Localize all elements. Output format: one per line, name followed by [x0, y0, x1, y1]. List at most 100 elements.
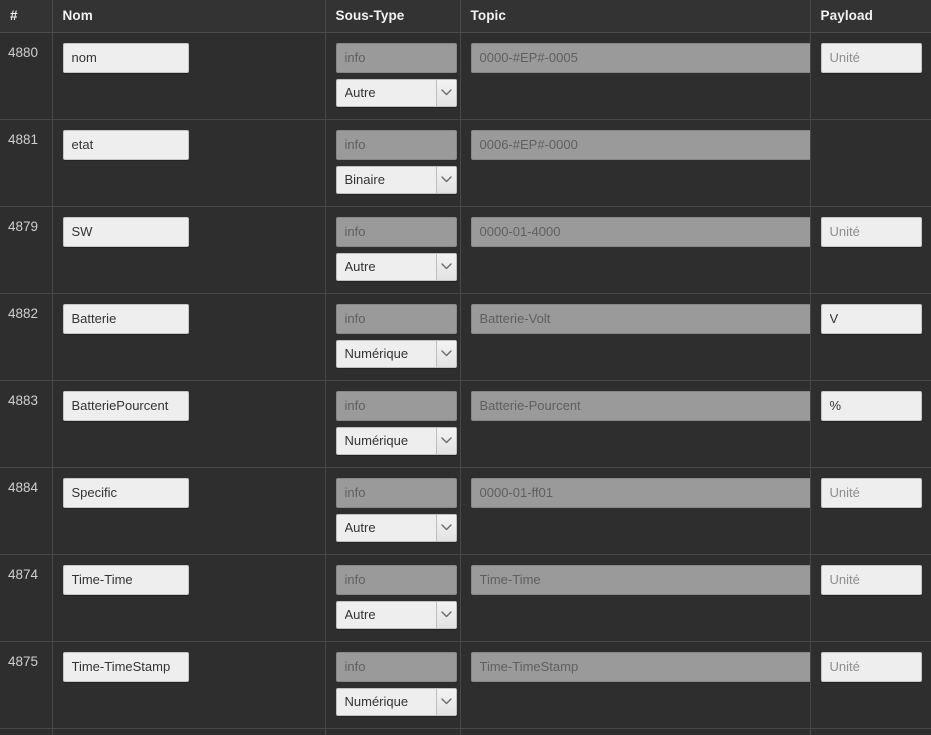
topic-input[interactable]	[470, 216, 812, 247]
topic-input[interactable]	[470, 129, 812, 160]
nom-input[interactable]	[62, 564, 189, 595]
row-soustype-cell: Numérique	[325, 380, 461, 468]
payload-unit-input[interactable]	[820, 477, 922, 508]
topic-input[interactable]	[470, 42, 812, 73]
chevron-down-icon[interactable]	[435, 427, 456, 454]
payload-unit-input[interactable]	[820, 42, 922, 73]
row-soustype-cell: Numérique	[325, 641, 461, 729]
row-payload-cell	[810, 728, 931, 735]
row-nom-cell	[52, 293, 326, 381]
row-id: 4883	[8, 392, 39, 408]
topic-input[interactable]	[470, 564, 812, 595]
row-topic-cell	[460, 728, 811, 735]
payload-unit-input[interactable]	[820, 390, 922, 421]
subtype-select-label: Numérique	[344, 693, 409, 709]
chevron-down-icon[interactable]	[435, 514, 456, 541]
row-topic-cell	[460, 554, 812, 642]
row-nom-cell	[52, 641, 326, 729]
table-row: 4875 Numérique	[0, 641, 931, 729]
row-id-cell: 4880	[0, 32, 53, 120]
subtype-select[interactable]: Numérique	[335, 687, 457, 716]
subtype-select[interactable]: Numérique	[335, 339, 457, 368]
chevron-down-icon[interactable]	[435, 79, 456, 106]
row-soustype-cell: Numérique	[325, 293, 461, 381]
column-header-soustype: Sous-Type	[325, 0, 461, 33]
subtype-select-label: Autre	[344, 606, 376, 622]
column-header-topic: Topic	[460, 0, 811, 33]
subtype-select[interactable]: Numérique	[335, 426, 457, 455]
row-nom-cell	[52, 119, 326, 207]
subtype-info-input[interactable]	[335, 216, 457, 247]
subtype-select[interactable]: Autre	[335, 78, 457, 107]
table-row: 4882 Numérique	[0, 293, 931, 381]
row-id: 4874	[8, 566, 39, 582]
row-topic-cell	[460, 641, 812, 729]
topic-input[interactable]	[470, 477, 812, 508]
row-payload-cell	[810, 206, 931, 294]
subtype-select-label: Autre	[344, 84, 376, 100]
row-id: 4882	[8, 305, 39, 321]
subtype-select[interactable]: Autre	[335, 600, 457, 629]
subtype-info-input[interactable]	[335, 390, 457, 421]
table-row: 4884 Autre	[0, 467, 931, 555]
row-id-cell: 4879	[0, 206, 53, 294]
chevron-down-icon[interactable]	[435, 340, 456, 367]
table-row: 4883 Numérique	[0, 380, 931, 468]
payload-unit-input[interactable]	[820, 651, 922, 682]
payload-unit-input[interactable]	[820, 564, 922, 595]
row-payload-cell	[810, 641, 931, 729]
table-header-row: # Nom Sous-Type Topic Payload	[0, 0, 931, 33]
row-nom-cell	[52, 467, 326, 555]
row-id: 4875	[8, 653, 39, 669]
row-id: 4879	[8, 218, 39, 234]
subtype-info-input[interactable]	[335, 477, 457, 508]
table-row: 4872 Autre	[0, 728, 931, 735]
row-soustype-cell: Autre	[325, 206, 461, 294]
subtype-info-input[interactable]	[335, 42, 457, 73]
row-id-cell: 4884	[0, 467, 53, 555]
row-id-cell: 4881	[0, 119, 53, 207]
subtype-info-input[interactable]	[335, 651, 457, 682]
nom-input[interactable]	[62, 303, 189, 334]
nom-input[interactable]	[62, 390, 189, 421]
payload-empty	[821, 130, 922, 160]
topic-input[interactable]	[470, 651, 812, 682]
topic-input[interactable]	[470, 303, 812, 334]
subtype-select[interactable]: Autre	[335, 513, 457, 542]
nom-input[interactable]	[62, 651, 189, 682]
table-row: 4880 Autre	[0, 32, 931, 120]
row-topic-cell	[460, 467, 812, 555]
topic-input[interactable]	[470, 390, 812, 421]
row-id: 4880	[8, 44, 39, 60]
table-row: 4879 Autre	[0, 206, 931, 294]
subtype-info-input[interactable]	[335, 303, 457, 334]
chevron-down-icon[interactable]	[435, 253, 456, 280]
payload-unit-input[interactable]	[820, 216, 922, 247]
chevron-down-icon[interactable]	[435, 688, 456, 715]
table-row: 4881 Binaire	[0, 119, 931, 207]
row-topic-cell	[460, 293, 812, 381]
subtype-select-label: Binaire	[344, 171, 385, 187]
subtype-select-label: Autre	[344, 258, 376, 274]
column-header-payload: Payload	[810, 0, 931, 33]
nom-input[interactable]	[62, 129, 189, 160]
subtype-select[interactable]: Binaire	[335, 165, 457, 194]
row-topic-cell	[460, 119, 812, 207]
payload-unit-input[interactable]	[820, 303, 922, 334]
chevron-down-icon[interactable]	[435, 601, 456, 628]
row-nom-cell	[52, 554, 326, 642]
nom-input[interactable]	[62, 477, 189, 508]
subtype-info-input[interactable]	[335, 129, 457, 160]
table-row: 4874 Autre	[0, 554, 931, 642]
subtype-select[interactable]: Autre	[335, 252, 457, 281]
row-id-cell: 4882	[0, 293, 53, 381]
nom-input[interactable]	[62, 216, 189, 247]
row-soustype-cell: Autre	[325, 554, 461, 642]
nom-input[interactable]	[62, 42, 189, 73]
chevron-down-icon[interactable]	[435, 166, 456, 193]
row-soustype-cell: Binaire	[325, 119, 461, 207]
row-payload-cell	[810, 119, 931, 207]
row-nom-cell	[52, 206, 326, 294]
subtype-info-input[interactable]	[335, 564, 457, 595]
column-header-nom: Nom	[52, 0, 326, 33]
